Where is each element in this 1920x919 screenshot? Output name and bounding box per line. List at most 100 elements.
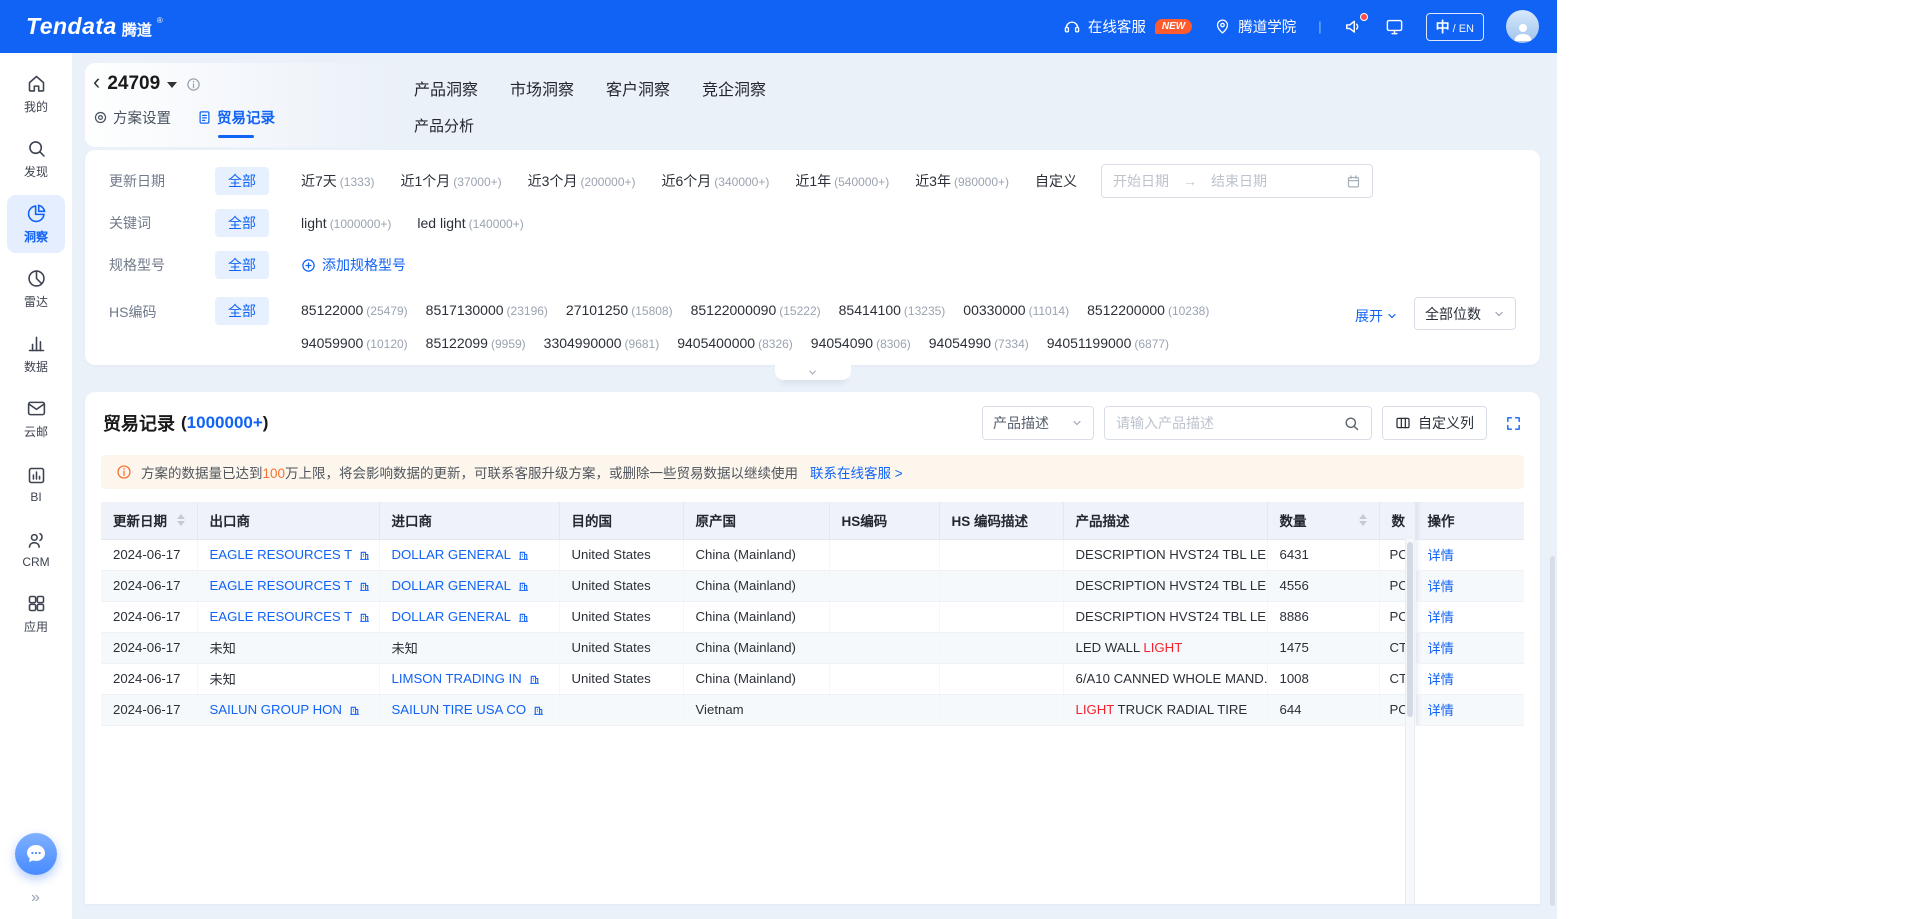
company-profile-icon[interactable] bbox=[528, 672, 541, 685]
sidebar-item-radar[interactable]: 雷达 bbox=[7, 260, 65, 318]
tab-market-insight[interactable]: 市场洞察 bbox=[510, 76, 574, 100]
filter-option[interactable]: 00330000(11014) bbox=[963, 302, 1069, 318]
custom-date-button[interactable]: 自定义 bbox=[1035, 171, 1077, 191]
filter-option[interactable]: 近3年(980000+) bbox=[915, 171, 1009, 191]
company-profile-icon[interactable] bbox=[358, 610, 371, 623]
search-type-select[interactable]: 产品描述 bbox=[982, 406, 1094, 440]
filter-option[interactable]: 近6个月(340000+) bbox=[662, 171, 770, 191]
importer-company-link[interactable]: LIMSON TRADING IN bbox=[379, 663, 559, 694]
search-icon[interactable] bbox=[1343, 415, 1360, 432]
info-icon[interactable] bbox=[186, 77, 201, 92]
online-service-button[interactable]: 在线客服 NEW bbox=[1063, 16, 1192, 37]
plan-dropdown-caret-icon[interactable] bbox=[167, 82, 177, 88]
tab-competitor-insight[interactable]: 竞企洞察 bbox=[702, 76, 766, 100]
filter-option[interactable]: 近1年(540000+) bbox=[795, 171, 889, 191]
filter-option[interactable]: 近3个月(200000+) bbox=[528, 171, 636, 191]
filter-option[interactable]: 85414100(13235) bbox=[839, 302, 946, 318]
sidebar-item-insight[interactable]: 洞察 bbox=[7, 195, 65, 253]
workbench-button[interactable] bbox=[1385, 17, 1404, 36]
filter-option[interactable]: 8517130000(23196) bbox=[426, 302, 548, 318]
sort-icon[interactable] bbox=[1359, 514, 1367, 526]
filter-option[interactable]: 94054990(7334) bbox=[929, 335, 1029, 351]
trade-record-row[interactable]: 2024-06-17 EAGLE RESOURCES T DOLLAR GENE… bbox=[101, 601, 1524, 632]
hs-digits-select[interactable]: 全部位数 bbox=[1414, 297, 1516, 330]
announcement-button[interactable] bbox=[1344, 17, 1363, 36]
filter-option[interactable]: 85122099(9959) bbox=[426, 335, 526, 351]
exporter-company-link[interactable]: EAGLE RESOURCES T bbox=[197, 601, 379, 632]
filter-collapse-tab[interactable] bbox=[775, 365, 851, 380]
company-profile-icon[interactable] bbox=[358, 548, 371, 561]
filter-option[interactable]: led light(140000+) bbox=[417, 215, 523, 231]
filter-option[interactable]: 8512200000(10238) bbox=[1087, 302, 1209, 318]
filter-all-chip[interactable]: 全部 bbox=[215, 251, 269, 279]
user-avatar[interactable] bbox=[1506, 10, 1539, 43]
filter-option[interactable]: 3304990000(9681) bbox=[544, 335, 660, 351]
sidebar-item-apps[interactable]: 应用 bbox=[7, 585, 65, 643]
trade-record-row[interactable]: 2024-06-17 未知 未知 United States China (Ma… bbox=[101, 632, 1524, 663]
detail-link[interactable]: 详情 bbox=[1415, 694, 1524, 725]
importer-company-link[interactable]: DOLLAR GENERAL bbox=[379, 601, 559, 632]
importer-company-link[interactable]: DOLLAR GENERAL bbox=[379, 539, 559, 570]
filter-option[interactable]: 94051199000(6877) bbox=[1047, 335, 1169, 351]
contact-service-link[interactable]: 联系在线客服 > bbox=[810, 462, 903, 482]
company-profile-icon[interactable] bbox=[517, 548, 530, 561]
tab-customer-insight[interactable]: 客户洞察 bbox=[606, 76, 670, 100]
date-range-picker[interactable]: 开始日期 → 结束日期 bbox=[1101, 164, 1373, 198]
col-update-date[interactable]: 更新日期 bbox=[101, 502, 197, 539]
trade-record-row[interactable]: 2024-06-17 未知 LIMSON TRADING IN United S… bbox=[101, 663, 1524, 694]
filter-option[interactable]: 近1个月(37000+) bbox=[400, 171, 501, 191]
filter-all-chip[interactable]: 全部 bbox=[215, 167, 269, 195]
sidebar-item-data[interactable]: 数据 bbox=[7, 325, 65, 383]
tab-product-insight[interactable]: 产品洞察 bbox=[414, 76, 478, 100]
importer-company-link[interactable]: DOLLAR GENERAL bbox=[379, 570, 559, 601]
col-quantity[interactable]: 数量 bbox=[1267, 502, 1379, 539]
product-search-input[interactable]: 请输入产品描述 bbox=[1104, 406, 1372, 440]
back-button[interactable]: ‹ bbox=[93, 73, 100, 91]
add-spec-button[interactable]: 添加规格型号 bbox=[301, 255, 406, 275]
academy-button[interactable]: 腾道学院 bbox=[1214, 16, 1296, 37]
exporter-company-link[interactable]: EAGLE RESOURCES T bbox=[197, 570, 379, 601]
filter-option[interactable]: 9405400000(8326) bbox=[677, 335, 793, 351]
tab-plan-settings[interactable]: 方案设置 bbox=[93, 107, 171, 138]
sort-icon[interactable] bbox=[177, 514, 185, 526]
filter-option[interactable]: 近7天(1333) bbox=[301, 171, 374, 191]
detail-link[interactable]: 详情 bbox=[1415, 663, 1524, 694]
company-profile-icon[interactable] bbox=[358, 579, 371, 592]
plan-id[interactable]: 24709 bbox=[107, 73, 160, 95]
page-scrollbar[interactable] bbox=[1550, 556, 1555, 906]
sidebar-collapse-button[interactable]: » bbox=[31, 889, 41, 907]
detail-link[interactable]: 详情 bbox=[1415, 539, 1524, 570]
fullscreen-button[interactable] bbox=[1505, 415, 1522, 432]
detail-link[interactable]: 详情 bbox=[1415, 570, 1524, 601]
sidebar-item-crm[interactable]: CRM bbox=[7, 520, 65, 578]
detail-link[interactable]: 详情 bbox=[1415, 601, 1524, 632]
filter-option[interactable]: 85122000(25479) bbox=[301, 302, 408, 318]
filter-option[interactable]: 94054090(8306) bbox=[811, 335, 911, 351]
sidebar-item-home[interactable]: 我的 bbox=[7, 65, 65, 123]
sidebar-item-discover[interactable]: 发现 bbox=[7, 130, 65, 188]
filter-all-chip[interactable]: 全部 bbox=[215, 297, 269, 325]
company-profile-icon[interactable] bbox=[517, 610, 530, 623]
tab-trade-records[interactable]: 贸易记录 bbox=[197, 107, 275, 138]
filter-option[interactable]: 94059900(10120) bbox=[301, 335, 408, 351]
filter-option[interactable]: light(1000000+) bbox=[301, 215, 391, 231]
trade-record-row[interactable]: 2024-06-17 SAILUN GROUP HON SAILUN TIRE … bbox=[101, 694, 1524, 725]
trade-record-row[interactable]: 2024-06-17 EAGLE RESOURCES T DOLLAR GENE… bbox=[101, 570, 1524, 601]
chat-bubble-button[interactable] bbox=[15, 833, 57, 875]
importer-company-link[interactable]: SAILUN TIRE USA CO bbox=[379, 694, 559, 725]
exporter-company-link[interactable]: EAGLE RESOURCES T bbox=[197, 539, 379, 570]
language-toggle[interactable]: 中 / EN bbox=[1426, 13, 1484, 41]
company-profile-icon[interactable] bbox=[532, 703, 545, 716]
trade-record-row[interactable]: 2024-06-17 EAGLE RESOURCES T DOLLAR GENE… bbox=[101, 539, 1524, 570]
tab-product-analysis[interactable]: 产品分析 bbox=[414, 115, 474, 136]
filter-option[interactable]: 27101250(15808) bbox=[566, 302, 673, 318]
exporter-company-link[interactable]: SAILUN GROUP HON bbox=[197, 694, 379, 725]
custom-columns-button[interactable]: 自定义列 bbox=[1382, 406, 1487, 440]
tendata-logo[interactable]: Tendata 腾道 ® bbox=[26, 13, 163, 40]
company-profile-icon[interactable] bbox=[517, 579, 530, 592]
filter-option[interactable]: 85122000090(15222) bbox=[691, 302, 821, 318]
detail-link[interactable]: 详情 bbox=[1415, 632, 1524, 663]
table-scrollbar-thumb[interactable] bbox=[1407, 542, 1413, 717]
sidebar-item-bi[interactable]: BI bbox=[7, 455, 65, 513]
table-scrollbar[interactable] bbox=[1405, 539, 1415, 904]
